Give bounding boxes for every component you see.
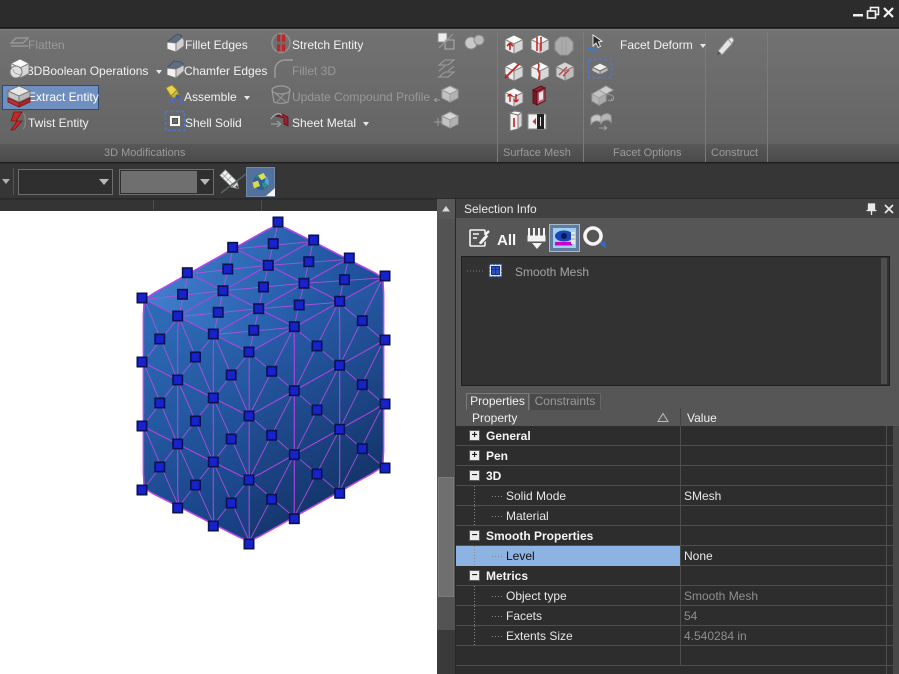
- svg-text:All: All: [497, 232, 516, 249]
